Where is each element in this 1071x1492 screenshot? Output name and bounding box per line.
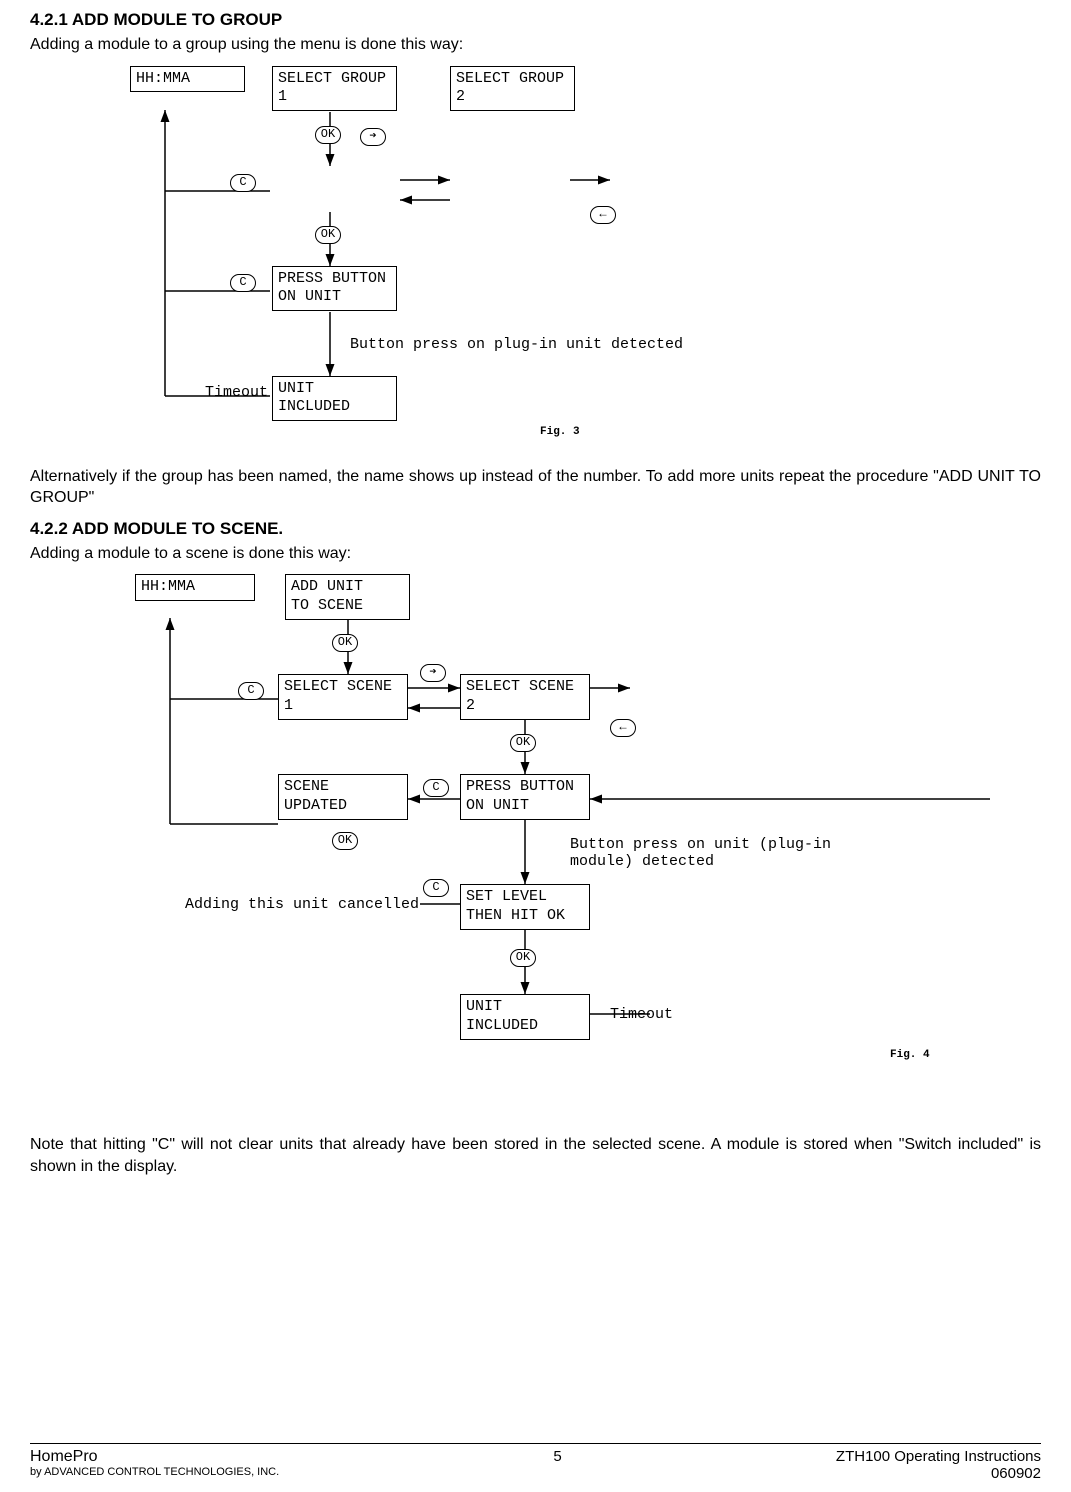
box-select-group-2: SELECT GROUP 2 xyxy=(450,66,575,112)
box-select-scene-1: SELECT SCENE 1 xyxy=(278,674,408,720)
footer-doc-title: ZTH100 Operating Instructions xyxy=(836,1448,1041,1465)
label-button-press: Button press on plug-in unit detected xyxy=(350,336,683,353)
diagram-fig4: HH:MMA ADD UNIT TO SCENE OK C SELECT SCE… xyxy=(110,574,1010,1094)
box-press-button: PRESS BUTTON ON UNIT xyxy=(272,266,397,312)
box-unit-included-2: UNIT INCLUDED xyxy=(460,994,590,1040)
c-button-3: C xyxy=(238,682,264,700)
after-422: Note that hitting "C" will not clear uni… xyxy=(30,1134,1041,1177)
intro-421: Adding a module to a group using the men… xyxy=(30,34,1041,56)
box-set-level: SET LEVEL THEN HIT OK xyxy=(460,884,590,930)
footer-brand: HomePro xyxy=(30,1448,279,1466)
ok-button-2: OK xyxy=(315,226,341,244)
label-button-press-2: Button press on unit (plug-in module) de… xyxy=(570,836,831,870)
heading-421: 4.2.1 ADD MODULE TO GROUP xyxy=(30,10,1041,30)
diagram-fig3: HH:MMA ADD UNIT TO GROUP OK ➔ C SELECT G… xyxy=(110,66,710,456)
box-scene-updated: SCENE UPDATED xyxy=(278,774,408,820)
heading-422: 4.2.2 ADD MODULE TO SCENE. xyxy=(30,519,1041,539)
box-select-scene-2: SELECT SCENE 2 xyxy=(460,674,590,720)
ok-button-1: OK xyxy=(315,126,341,144)
label-timeout: Timeout xyxy=(205,384,268,401)
c-button-1: C xyxy=(230,174,256,192)
c-button-2: C xyxy=(230,274,256,292)
box-unit-included: UNIT INCLUDED xyxy=(272,376,397,422)
fig-caption-3: Fig. 3 xyxy=(540,426,580,438)
footer-by: by ADVANCED CONTROL TECHNOLOGIES, INC. xyxy=(30,1466,279,1478)
footer-page-number: 5 xyxy=(279,1448,836,1465)
c-button-4: C xyxy=(423,779,449,797)
ok-button-3: OK xyxy=(332,634,358,652)
ok-button-4: OK xyxy=(510,734,536,752)
arrow-left-icon-2: ← xyxy=(610,719,636,737)
arrow-right-icon-2: ➔ xyxy=(420,664,446,682)
footer-rev: 060902 xyxy=(836,1465,1041,1482)
page-footer: HomePro by ADVANCED CONTROL TECHNOLOGIES… xyxy=(0,1443,1071,1482)
label-timeout-2: Timeout xyxy=(610,1006,673,1023)
box-select-group-1: SELECT GROUP 1 xyxy=(272,66,397,112)
box-time: HH:MMA xyxy=(130,66,245,93)
arrow-right-icon: ➔ xyxy=(360,128,386,146)
intro-422: Adding a module to a scene is done this … xyxy=(30,543,1041,565)
c-button-5: C xyxy=(423,879,449,897)
box-press-button-2: PRESS BUTTON ON UNIT xyxy=(460,774,590,820)
ok-button-6: OK xyxy=(510,949,536,967)
ok-button-5: OK xyxy=(332,832,358,850)
fig-caption-4: Fig. 4 xyxy=(890,1049,930,1061)
after-421: Alternatively if the group has been name… xyxy=(30,466,1041,509)
box-add-unit-2: ADD UNIT TO SCENE xyxy=(285,574,410,620)
label-cancelled: Adding this unit cancelled xyxy=(185,896,419,913)
box-time-2: HH:MMA xyxy=(135,574,255,601)
arrow-left-icon: ← xyxy=(590,206,616,224)
